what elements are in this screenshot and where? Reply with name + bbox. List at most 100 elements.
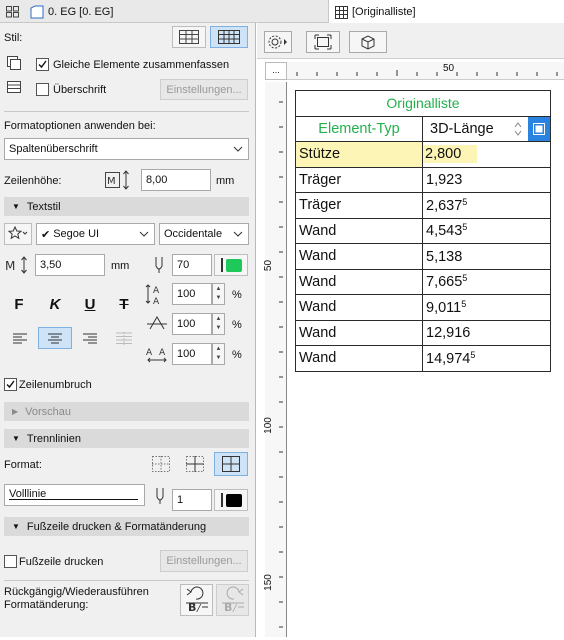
italic-label: K — [49, 295, 61, 313]
cell-length[interactable]: 2,6375 — [422, 192, 551, 219]
solid-line-preview — [9, 499, 138, 500]
cell-element-type[interactable]: Träger — [295, 192, 423, 219]
word-wrap-checkbox[interactable] — [4, 378, 17, 391]
svg-text:A: A — [153, 297, 160, 305]
column-header-element-type[interactable]: Element-Typ — [295, 115, 423, 142]
grid-all-button[interactable] — [214, 452, 248, 476]
cell-length[interactable]: 2,800 — [422, 141, 551, 168]
textstil-section-label: Textstil — [26, 200, 61, 213]
align-left-button[interactable] — [6, 327, 34, 349]
cell-element-type[interactable]: Wand — [295, 268, 423, 295]
cell-length[interactable]: 7,6655 — [422, 268, 551, 295]
line-spacing-field[interactable]: 100 — [172, 283, 212, 305]
width-factor-icon — [145, 314, 169, 337]
svg-text:M: M — [5, 259, 15, 273]
cell-length-value: 4,543 — [426, 223, 463, 240]
redo-format-button[interactable]: B / — [216, 584, 249, 616]
column-settings-icon[interactable] — [528, 116, 550, 141]
ruler-corner-button[interactable]: ... — [265, 62, 287, 80]
strikethrough-button[interactable]: T — [111, 293, 137, 315]
schedule-canvas[interactable]: ... 50 50 100 150 Originalliste Element-… — [257, 23, 564, 637]
style-full-grid-button[interactable] — [210, 26, 248, 48]
svg-text:/: / — [196, 603, 202, 614]
char-spacing-field[interactable]: 100 — [172, 343, 212, 365]
cell-element-type[interactable]: Wand — [295, 294, 423, 321]
width-factor-stepper[interactable]: ▲ ▼ — [212, 313, 225, 335]
pen-divider — [220, 258, 223, 272]
table-full-icon — [218, 30, 240, 44]
table-row: Träger 1,923 — [295, 166, 551, 193]
cell-length-sup: 5 — [470, 349, 476, 360]
cell-length[interactable]: 1,923 — [422, 166, 551, 193]
settings-button-2[interactable]: Einstellungen... — [160, 550, 248, 572]
separator-lines-section-header[interactable]: ▼ Trennlinien — [4, 429, 249, 448]
align-justify-button[interactable] — [110, 327, 138, 349]
settings-panel: Stil: Gleiche Elemente zusammenfassen Üb… — [0, 23, 256, 637]
cell-element-type[interactable]: Wand — [295, 345, 423, 372]
style-grid-button[interactable] — [172, 26, 206, 48]
grid-inner-button[interactable] — [180, 452, 210, 476]
svg-text:M: M — [107, 176, 116, 187]
tab-originalliste[interactable]: [Originalliste] — [328, 0, 564, 24]
cell-element-type[interactable]: Wand — [295, 319, 423, 346]
redo-format-icon: B / — [221, 586, 244, 614]
cell-length[interactable]: 14,9745 — [422, 345, 551, 372]
char-spacing-stepper[interactable]: ▲ ▼ — [212, 343, 225, 365]
collapse-triangle-icon: ▼ — [12, 522, 20, 531]
apply-format-dropdown[interactable]: Spaltenüberschrift — [4, 138, 249, 160]
table-row: Wand 5,138 — [295, 243, 551, 270]
italic-button[interactable]: K — [42, 293, 68, 315]
cell-element-type[interactable]: Wand — [295, 243, 423, 270]
column-header-3d-length[interactable]: 3D-Länge — [422, 115, 551, 142]
cell-element-type[interactable]: Stütze — [295, 141, 423, 168]
line-pen-field[interactable]: 1 — [172, 489, 212, 511]
favorite-style-button[interactable] — [4, 223, 32, 245]
font-script-dropdown[interactable]: Occidentale — [159, 223, 249, 245]
view-3d-button[interactable] — [349, 31, 387, 53]
cell-length[interactable]: 4,5435 — [422, 217, 551, 244]
align-right-button[interactable] — [76, 327, 104, 349]
settings-menu-button[interactable] — [264, 31, 292, 53]
pen-number-field[interactable]: 70 — [172, 254, 212, 276]
percent-label: % — [232, 349, 242, 361]
tab-floor-plan[interactable]: 0. EG [0. EG] — [0, 0, 252, 23]
line-spacing-stepper[interactable]: ▲ ▼ — [212, 283, 225, 305]
cell-length[interactable]: 9,0115 — [422, 294, 551, 321]
underline-button[interactable]: U — [77, 293, 103, 315]
cell-length[interactable]: 12,916 — [422, 319, 551, 346]
settings-button-1-label: Einstellungen... — [166, 83, 242, 96]
settings-button-1[interactable]: Einstellungen... — [160, 79, 248, 100]
letter-spacing-icon: AA — [145, 283, 169, 308]
merge-elements-checkbox[interactable] — [36, 58, 49, 71]
align-justify-icon — [116, 331, 132, 345]
svg-text:/: / — [232, 603, 238, 614]
grid-view-icon[interactable] — [6, 5, 20, 18]
cell-element-type[interactable]: Wand — [295, 217, 423, 244]
textstil-section-header[interactable]: ▼ Textstil — [4, 197, 249, 216]
pen-number-value: 70 — [177, 259, 190, 271]
svg-text:A: A — [153, 286, 160, 296]
print-footer-checkbox[interactable] — [4, 555, 17, 568]
line-type-dropdown[interactable]: Volllinie — [4, 484, 145, 506]
line-color-button[interactable] — [214, 489, 248, 511]
text-size-field[interactable]: 3,50 — [35, 254, 105, 276]
cell-element-type[interactable]: Träger — [295, 166, 423, 193]
grid-none-button[interactable] — [146, 452, 176, 476]
cell-length[interactable]: 5,138 — [422, 243, 551, 270]
table-title[interactable]: Originalliste — [295, 90, 551, 117]
bold-button[interactable]: F — [6, 293, 32, 315]
sort-stepper-icon[interactable] — [513, 120, 523, 142]
fit-view-button[interactable] — [306, 31, 340, 53]
cell-length-value: 5,138 — [426, 248, 463, 265]
grid-dotted-icon — [152, 456, 170, 472]
footer-section-header[interactable]: ▼ Fußzeile drucken & Formatänderung — [4, 517, 249, 536]
header-checkbox[interactable] — [36, 83, 49, 96]
width-factor-field[interactable]: 100 — [172, 313, 212, 335]
pen-color-button[interactable] — [214, 254, 248, 276]
percent-label: % — [232, 319, 242, 331]
font-family-dropdown[interactable]: ✔ Segoe UI — [36, 223, 155, 245]
row-height-field[interactable]: 8,00 — [141, 169, 211, 191]
align-center-button[interactable] — [38, 327, 72, 349]
undo-format-button[interactable]: B / — [180, 584, 213, 616]
preview-section-header[interactable]: ▶ Vorschau — [4, 402, 249, 421]
